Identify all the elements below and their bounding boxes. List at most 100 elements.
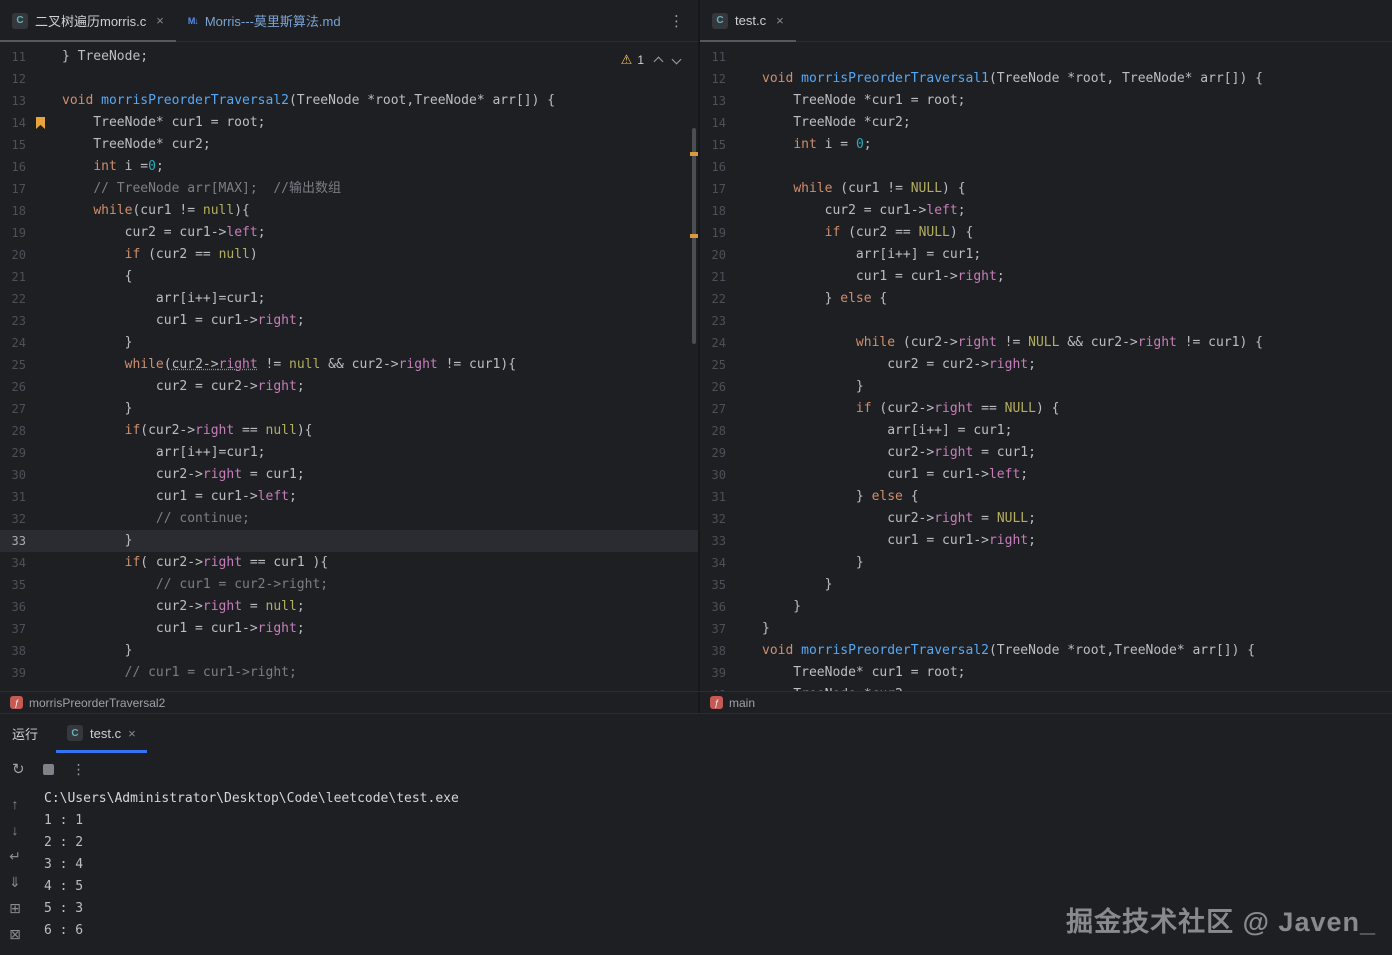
code-text[interactable] — [762, 46, 1392, 68]
code-line[interactable]: 21 cur1 = cur1->right; — [700, 266, 1392, 288]
code-text[interactable]: void morrisPreorderTraversal1(TreeNode *… — [762, 68, 1392, 90]
scroll-to-top-icon[interactable]: ↑ — [12, 796, 19, 812]
scroll-to-end-icon[interactable]: ⇓ — [9, 874, 21, 890]
code-text[interactable]: while(cur2->right != null && cur2->right… — [62, 354, 698, 376]
code-text[interactable]: TreeNode *cur2; — [762, 112, 1392, 134]
warning-stripe-mark[interactable] — [690, 152, 698, 156]
breadcrumb-function-name[interactable]: morrisPreorderTraversal2 — [29, 696, 165, 710]
code-line[interactable]: 12 void morrisPreorderTraversal1(TreeNode… — [700, 68, 1392, 90]
code-line[interactable]: 20 arr[i++] = cur1; — [700, 244, 1392, 266]
code-text[interactable]: } else { — [762, 288, 1392, 310]
line-number[interactable]: 27 — [0, 398, 26, 420]
code-line[interactable]: 18 cur2 = cur1->left; — [700, 200, 1392, 222]
code-text[interactable] — [762, 310, 1392, 332]
line-number[interactable]: 29 — [700, 442, 726, 464]
run-tab-test-c[interactable]: C test.c × — [56, 714, 147, 753]
code-line[interactable]: 38void morrisPreorderTraversal2(TreeNode… — [700, 640, 1392, 662]
code-text[interactable]: TreeNode* cur2; — [62, 134, 698, 156]
code-line[interactable]: 33 } — [0, 530, 698, 552]
close-icon[interactable]: × — [156, 13, 164, 28]
code-text[interactable]: // TreeNode arr[MAX]; //输出数组 — [62, 178, 698, 200]
code-text[interactable]: cur2 = cur1->left; — [762, 200, 1392, 222]
code-text[interactable]: cur1 = cur1->right; — [62, 310, 698, 332]
breadcrumb-left[interactable]: ƒ morrisPreorderTraversal2 — [0, 692, 700, 713]
line-number[interactable]: 16 — [0, 156, 26, 178]
code-text[interactable] — [62, 68, 698, 90]
code-line[interactable]: 21 { — [0, 266, 698, 288]
code-text[interactable]: // cur1 = cur1->right; — [62, 662, 698, 684]
code-line[interactable]: 33 cur1 = cur1->right; — [700, 530, 1392, 552]
code-text[interactable]: } — [762, 574, 1392, 596]
code-line[interactable]: 23 — [700, 310, 1392, 332]
code-line[interactable]: 19 cur2 = cur1->left; — [0, 222, 698, 244]
code-line[interactable]: 39 TreeNode* cur1 = root; — [700, 662, 1392, 684]
previous-problem-icon[interactable] — [654, 57, 664, 67]
code-line[interactable]: 14 TreeNode* cur1 = root; — [0, 112, 698, 134]
code-line[interactable]: 23 cur1 = cur1->right; — [0, 310, 698, 332]
code-line[interactable]: 32 cur2->right = NULL; — [700, 508, 1392, 530]
code-line[interactable]: 35 } — [700, 574, 1392, 596]
code-line[interactable]: 22 arr[i++]=cur1; — [0, 288, 698, 310]
code-text[interactable]: if(cur2->right == null){ — [62, 420, 698, 442]
line-number[interactable]: 14 — [0, 112, 26, 134]
more-options-icon[interactable]: ⋮ — [669, 12, 684, 30]
code-line[interactable]: 25 while(cur2->right != null && cur2->ri… — [0, 354, 698, 376]
code-line[interactable]: 37 cur1 = cur1->right; — [0, 618, 698, 640]
tab-morris-md[interactable]: M↓ Morris---莫里斯算法.md — [176, 0, 353, 42]
line-number[interactable]: 39 — [700, 662, 726, 684]
code-text[interactable]: } — [62, 640, 698, 662]
code-text[interactable]: TreeNode *cur1 = root; — [762, 90, 1392, 112]
line-number[interactable]: 11 — [700, 46, 726, 68]
soft-wrap-icon[interactable]: ↵ — [9, 848, 21, 864]
code-text[interactable]: if( cur2->right == cur1 ){ — [62, 552, 698, 574]
line-number[interactable]: 24 — [700, 332, 726, 354]
line-number[interactable]: 29 — [0, 442, 26, 464]
line-number[interactable]: 34 — [0, 552, 26, 574]
line-number[interactable]: 22 — [0, 288, 26, 310]
code-text[interactable]: } else { — [762, 486, 1392, 508]
close-icon[interactable]: × — [128, 726, 136, 741]
line-number[interactable]: 14 — [700, 112, 726, 134]
code-text[interactable]: cur1 = cur1->left; — [62, 486, 698, 508]
code-text[interactable]: } — [762, 618, 1392, 640]
code-editor-right[interactable]: 1112 void morrisPreorderTraversal1(TreeNo… — [700, 42, 1392, 691]
line-number[interactable]: 36 — [700, 596, 726, 618]
line-number[interactable]: 36 — [0, 596, 26, 618]
line-number[interactable]: 38 — [0, 640, 26, 662]
bookmark-icon[interactable] — [36, 117, 45, 129]
code-line[interactable]: 29 cur2->right = cur1; — [700, 442, 1392, 464]
scroll-to-bottom-icon[interactable]: ↓ — [12, 822, 19, 838]
code-line[interactable]: 31 cur1 = cur1->left; — [0, 486, 698, 508]
code-text[interactable]: cur1 = cur1->right; — [62, 618, 698, 640]
line-number[interactable]: 38 — [700, 640, 726, 662]
code-line[interactable]: 24 } — [0, 332, 698, 354]
code-line[interactable]: 15 TreeNode* cur2; — [0, 134, 698, 156]
code-text[interactable]: } — [62, 398, 698, 420]
code-text[interactable]: cur1 = cur1->left; — [762, 464, 1392, 486]
code-line[interactable]: 26 } — [700, 376, 1392, 398]
code-line[interactable]: 29 arr[i++]=cur1; — [0, 442, 698, 464]
line-number[interactable]: 26 — [700, 376, 726, 398]
line-number[interactable]: 13 — [700, 90, 726, 112]
code-line[interactable]: 35 // cur1 = cur2->right; — [0, 574, 698, 596]
print-icon[interactable]: ⊞ — [9, 900, 21, 916]
code-text[interactable]: TreeNode *cur2; — [762, 684, 1392, 691]
code-text[interactable]: void morrisPreorderTraversal2(TreeNode *… — [62, 90, 698, 112]
line-number[interactable]: 17 — [0, 178, 26, 200]
code-line[interactable]: 34 } — [700, 552, 1392, 574]
code-line[interactable]: 28 if(cur2->right == null){ — [0, 420, 698, 442]
line-number[interactable]: 25 — [700, 354, 726, 376]
code-text[interactable]: cur1 = cur1->right; — [762, 530, 1392, 552]
code-line[interactable]: 26 cur2 = cur2->right; — [0, 376, 698, 398]
code-text[interactable]: } — [62, 332, 698, 354]
code-line[interactable]: 34 if( cur2->right == cur1 ){ — [0, 552, 698, 574]
code-text[interactable]: cur2 = cur1->left; — [62, 222, 698, 244]
code-line[interactable]: 36 cur2->right = null; — [0, 596, 698, 618]
tab-test-c[interactable]: C test.c × — [700, 0, 796, 42]
line-number[interactable]: 12 — [700, 68, 726, 90]
code-text[interactable]: { — [62, 266, 698, 288]
line-number[interactable]: 37 — [0, 618, 26, 640]
code-line[interactable]: 18 while(cur1 != null){ — [0, 200, 698, 222]
code-text[interactable]: while (cur2->right != NULL && cur2->righ… — [762, 332, 1392, 354]
code-editor-left[interactable]: ⚠ 1 11} TreeNode;1213void morrisPreorder… — [0, 42, 698, 691]
